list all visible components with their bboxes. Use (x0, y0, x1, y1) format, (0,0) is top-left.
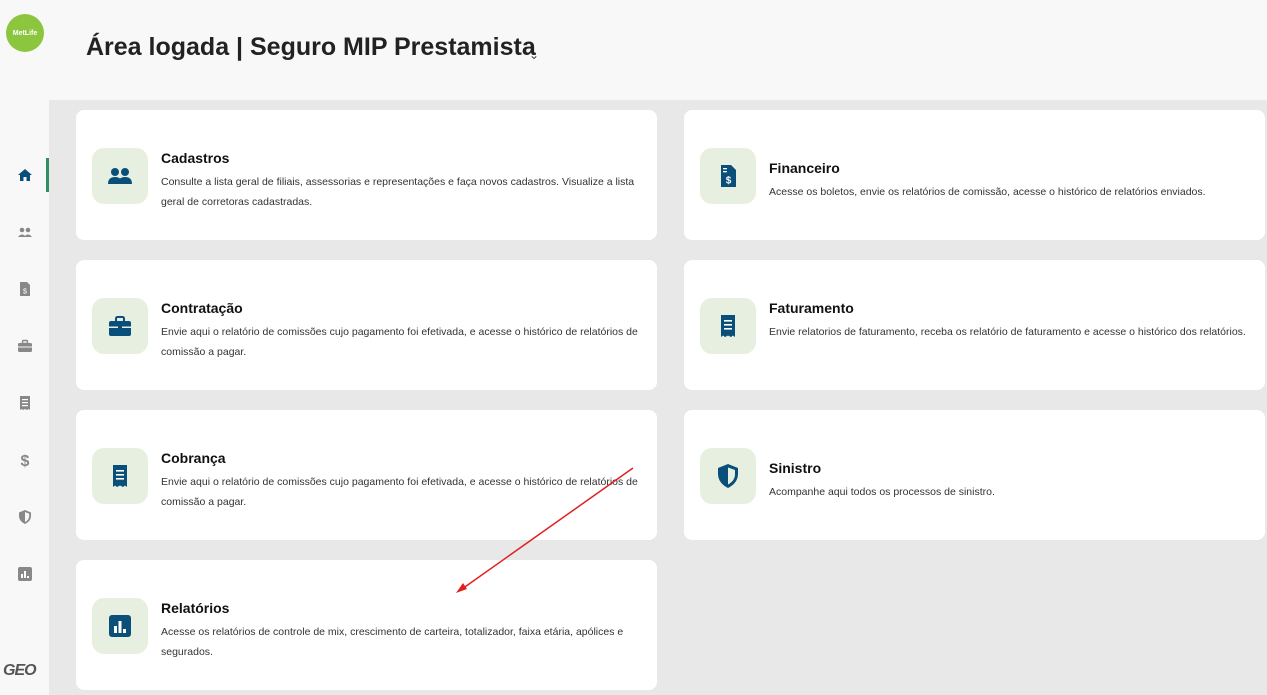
card-title: Faturamento (769, 300, 854, 316)
chart-icon (109, 615, 131, 637)
card-description: Envie aqui o relatório de comissões cujo… (161, 476, 638, 508)
card-text: Cadastros Consulte a lista geral de fili… (161, 150, 643, 212)
nav-relatorios[interactable] (0, 557, 49, 591)
nav-sinistro[interactable] (0, 500, 49, 534)
card-title: Financeiro (769, 160, 840, 176)
receipt-icon (113, 465, 127, 487)
card-cobranca[interactable]: Cobrança Envie aqui o relatório de comis… (76, 410, 657, 540)
nav-users[interactable] (0, 215, 49, 249)
nav-faturamento[interactable] (0, 386, 49, 420)
nav-home[interactable] (0, 158, 49, 192)
card-contratacao[interactable]: Contratação Envie aqui o relatório de co… (76, 260, 657, 390)
metlife-logo[interactable]: MetLife (6, 14, 44, 52)
chevron-down-icon[interactable]: ⌄ (529, 48, 539, 62)
card-icon-container (92, 298, 148, 354)
geo-logo: GEO (3, 662, 37, 679)
users-icon (17, 227, 32, 237)
card-sinistro[interactable]: Sinistro Acompanhe aqui todos os process… (684, 410, 1265, 540)
invoice-icon: $ (721, 165, 736, 187)
card-title: Cadastros (161, 150, 230, 166)
nav-financeiro[interactable]: $ (0, 272, 49, 306)
card-description: Consulte a lista geral de filiais, asses… (161, 176, 635, 208)
card-title: Contratação (161, 300, 243, 316)
svg-text:$: $ (20, 453, 29, 468)
users-icon (108, 168, 132, 184)
svg-text:$: $ (23, 289, 27, 296)
briefcase-icon (17, 339, 32, 352)
card-icon-container (700, 448, 756, 504)
card-financeiro[interactable]: $ Financeiro Acesse os boletos, envie os… (684, 110, 1265, 240)
card-icon-container (92, 148, 148, 204)
receipt-icon (721, 315, 735, 337)
card-title: Relatórios (161, 600, 230, 616)
card-text: Faturamento Envie relatorios de faturame… (769, 300, 1251, 342)
chart-icon (17, 567, 32, 581)
briefcase-icon (109, 316, 131, 336)
card-description: Acesse os boletos, envie os relatórios d… (769, 186, 1206, 198)
card-icon-container (700, 298, 756, 354)
card-relatorios[interactable]: Relatórios Acesse os relatórios de contr… (76, 560, 657, 690)
card-text: Financeiro Acesse os boletos, envie os r… (769, 160, 1251, 202)
card-title: Sinistro (769, 460, 822, 476)
dollar-icon: $ (20, 453, 29, 468)
card-description: Acompanhe aqui todos os processos de sin… (769, 486, 995, 498)
page-title: Área logada | Seguro MIP Prestamista (86, 33, 536, 61)
card-text: Sinistro Acompanhe aqui todos os process… (769, 460, 1251, 502)
shield-icon (718, 464, 738, 488)
card-description: Envie relatorios de faturamento, receba … (769, 326, 1246, 338)
card-icon-container (92, 598, 148, 654)
invoice-icon: $ (19, 282, 30, 296)
card-title: Cobrança (161, 450, 226, 466)
card-icon-container: $ (700, 148, 756, 204)
card-text: Relatórios Acesse os relatórios de contr… (161, 600, 643, 662)
card-text: Cobrança Envie aqui o relatório de comis… (161, 450, 643, 512)
sidebar: MetLife $ $ GEO (0, 0, 49, 695)
card-cadastros[interactable]: Cadastros Consulte a lista geral de fili… (76, 110, 657, 240)
page-header: Área logada | Seguro MIP Prestamista ⌄ (49, 0, 1267, 100)
card-faturamento[interactable]: Faturamento Envie relatorios de faturame… (684, 260, 1265, 390)
nav-contratacao[interactable] (0, 329, 49, 363)
nav-cobranca[interactable]: $ (0, 443, 49, 477)
card-description: Acesse os relatórios de controle de mix,… (161, 626, 624, 658)
card-icon-container (92, 448, 148, 504)
shield-icon (18, 510, 31, 524)
home-icon (17, 169, 32, 181)
card-text: Contratação Envie aqui o relatório de co… (161, 300, 643, 362)
svg-text:$: $ (726, 176, 732, 187)
card-description: Envie aqui o relatório de comissões cujo… (161, 326, 638, 358)
receipt-icon (19, 396, 30, 410)
